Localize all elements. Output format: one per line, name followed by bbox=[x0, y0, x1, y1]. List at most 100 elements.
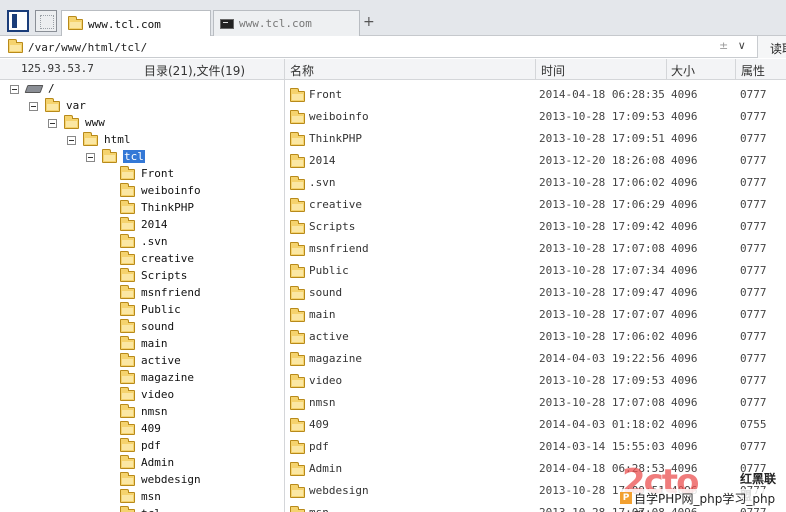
file-row[interactable]: msnfriend 2013-10-28 17:07:08 4096 0777 bbox=[285, 237, 786, 259]
file-time: 2013-10-28 17:07:08 bbox=[539, 396, 665, 409]
file-row[interactable]: pdf 2014-03-14 15:55:03 4096 0777 bbox=[285, 435, 786, 457]
tree-node-child[interactable]: tcl bbox=[120, 505, 161, 512]
collapse-icon[interactable] bbox=[67, 135, 76, 145]
tree-node-child[interactable]: pdf bbox=[120, 437, 161, 456]
read-button[interactable]: 读取 bbox=[757, 36, 786, 58]
tree-node-child[interactable]: 409 bbox=[120, 420, 161, 439]
file-row[interactable]: sound 2013-10-28 17:09:47 4096 0777 bbox=[285, 281, 786, 303]
folder-icon bbox=[120, 301, 135, 316]
folder-icon bbox=[120, 335, 135, 350]
column-attr[interactable]: 属性 bbox=[741, 62, 765, 79]
collapse-icon[interactable] bbox=[10, 84, 19, 94]
collapse-icon[interactable] bbox=[86, 152, 95, 162]
file-name: Scripts bbox=[309, 220, 356, 233]
tree-node-child[interactable]: webdesign bbox=[120, 471, 201, 490]
file-row[interactable]: main 2013-10-28 17:07:07 4096 0777 bbox=[285, 303, 786, 325]
upload-icon[interactable]: ± bbox=[719, 39, 728, 52]
folder-icon bbox=[120, 505, 135, 512]
tree-node-tcl[interactable]: tcl bbox=[86, 148, 145, 167]
tree-node-child[interactable]: Front bbox=[120, 165, 174, 184]
folder-icon bbox=[290, 242, 305, 256]
file-size: 4096 bbox=[671, 176, 698, 189]
file-name: main bbox=[309, 308, 336, 321]
folder-icon bbox=[120, 284, 135, 299]
file-time: 2013-10-28 17:09:53 bbox=[539, 374, 665, 387]
tree-node-child[interactable]: 2014 bbox=[120, 216, 168, 235]
folder-icon bbox=[290, 132, 305, 146]
file-row[interactable]: Scripts 2013-10-28 17:09:42 4096 0777 bbox=[285, 215, 786, 237]
tab-file-manager[interactable]: www.tcl.com bbox=[61, 10, 211, 37]
file-row[interactable]: ThinkPHP 2013-10-28 17:09:51 4096 0777 bbox=[285, 127, 786, 149]
file-row[interactable]: .svn 2013-10-28 17:06:02 4096 0777 bbox=[285, 171, 786, 193]
tree-node-child[interactable]: ThinkPHP bbox=[120, 199, 194, 218]
column-size[interactable]: 大小 bbox=[671, 62, 695, 79]
folder-icon bbox=[290, 418, 305, 432]
tree-node-child[interactable]: creative bbox=[120, 250, 194, 269]
tree-node-html[interactable]: html bbox=[67, 131, 131, 150]
tree-node-child[interactable]: weiboinfo bbox=[120, 182, 201, 201]
column-name[interactable]: 名称 bbox=[290, 62, 314, 79]
tree-label: video bbox=[141, 388, 175, 401]
file-time: 2014-03-14 15:55:03 bbox=[539, 440, 665, 453]
file-row[interactable]: magazine 2014-04-03 19:22:56 4096 0777 bbox=[285, 347, 786, 369]
file-name: Public bbox=[309, 264, 349, 277]
folder-icon bbox=[290, 154, 305, 168]
tree-node-root[interactable]: / bbox=[10, 82, 55, 99]
tree-node-child[interactable]: active bbox=[120, 352, 181, 371]
file-row[interactable]: Front 2014-04-18 06:28:35 4096 0777 bbox=[285, 83, 786, 105]
tree-node-child[interactable]: magazine bbox=[120, 369, 194, 388]
file-row[interactable]: nmsn 2013-10-28 17:07:08 4096 0777 bbox=[285, 391, 786, 413]
tree-node-child[interactable]: Public bbox=[120, 301, 181, 320]
file-size: 4096 bbox=[671, 418, 698, 431]
tree-node-child[interactable]: sound bbox=[120, 318, 174, 337]
tree-node-child[interactable]: video bbox=[120, 386, 175, 405]
file-name: msn bbox=[309, 506, 329, 512]
file-size: 4096 bbox=[671, 440, 698, 453]
chevron-down-icon[interactable]: ∨ bbox=[738, 39, 746, 52]
file-name: Front bbox=[309, 88, 343, 101]
file-row[interactable]: weiboinfo 2013-10-28 17:09:53 4096 0777 bbox=[285, 105, 786, 127]
tree-node-child[interactable]: nmsn bbox=[120, 403, 168, 422]
tree-node-www[interactable]: www bbox=[48, 114, 105, 133]
folder-icon bbox=[290, 198, 305, 212]
file-row[interactable]: active 2013-10-28 17:06:02 4096 0777 bbox=[285, 325, 786, 347]
tree-node-child[interactable]: .svn bbox=[120, 233, 168, 252]
tree-label: Scripts bbox=[141, 269, 188, 282]
tree-node-child[interactable]: Admin bbox=[120, 454, 174, 473]
tab-terminal[interactable]: www.tcl.com bbox=[213, 10, 360, 36]
file-attr: 0777 bbox=[740, 154, 767, 167]
tree-node-child[interactable]: msn bbox=[120, 488, 161, 507]
tree-node-child[interactable]: msnfriend bbox=[120, 284, 201, 303]
folder-icon bbox=[120, 369, 135, 384]
path-actions: ± ∨ bbox=[719, 39, 746, 52]
folder-icon bbox=[120, 471, 135, 486]
tree-node-var[interactable]: var bbox=[29, 97, 86, 116]
file-name: webdesign bbox=[309, 484, 369, 497]
path-input[interactable] bbox=[28, 39, 708, 55]
terminal-icon bbox=[220, 18, 234, 29]
file-row[interactable]: video 2013-10-28 17:09:53 4096 0777 bbox=[285, 369, 786, 391]
file-attr: 0755 bbox=[740, 418, 767, 431]
panel-toggle-button[interactable] bbox=[7, 10, 29, 32]
file-row[interactable]: 409 2014-04-03 01:18:02 4096 0755 bbox=[285, 413, 786, 435]
file-row[interactable]: creative 2013-10-28 17:06:29 4096 0777 bbox=[285, 193, 786, 215]
collapse-icon[interactable] bbox=[48, 118, 57, 128]
new-window-button[interactable] bbox=[35, 10, 57, 32]
folder-icon bbox=[64, 114, 79, 129]
file-row[interactable]: Public 2013-10-28 17:07:34 4096 0777 bbox=[285, 259, 786, 281]
tree-node-child[interactable]: Scripts bbox=[120, 267, 188, 286]
php-badge-icon: P bbox=[620, 492, 632, 504]
add-tab-button[interactable]: + bbox=[363, 14, 375, 30]
file-attr: 0777 bbox=[740, 396, 767, 409]
collapse-icon[interactable] bbox=[29, 101, 38, 111]
column-time[interactable]: 时间 bbox=[541, 62, 565, 79]
tab-bar: www.tcl.com www.tcl.com + bbox=[0, 0, 786, 37]
file-time: 2013-10-28 17:09:47 bbox=[539, 286, 665, 299]
tree-label: magazine bbox=[141, 371, 194, 384]
tree-node-child[interactable]: main bbox=[120, 335, 168, 354]
file-size: 4096 bbox=[671, 352, 698, 365]
file-size: 4096 bbox=[671, 374, 698, 387]
folder-icon bbox=[45, 97, 60, 112]
file-row[interactable]: 2014 2013-12-20 18:26:08 4096 0777 bbox=[285, 149, 786, 171]
folder-icon bbox=[120, 267, 135, 282]
